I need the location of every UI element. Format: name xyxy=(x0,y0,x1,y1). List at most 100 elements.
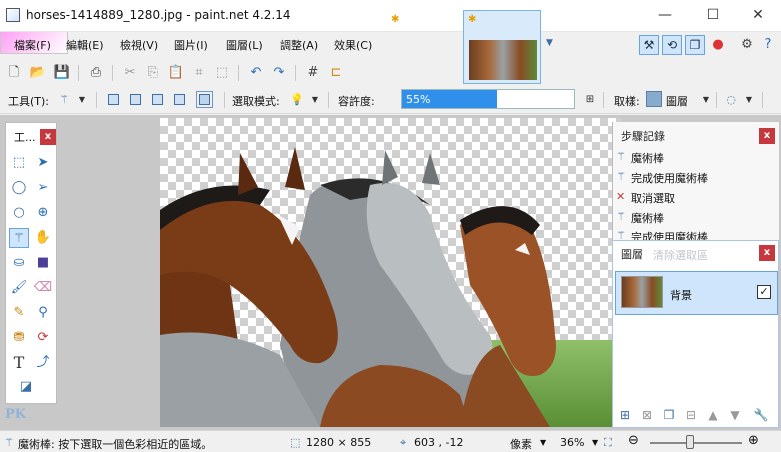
layer-visibility-checkbox[interactable]: ✓ xyxy=(757,285,771,299)
layer-buttons: ⊞ ⊠ ❐ ⊟ ▲ ▼ 🔧 xyxy=(613,403,778,427)
antialias-icon[interactable]: ◌ xyxy=(722,91,740,109)
tolerance-slider[interactable]: 55% xyxy=(401,89,575,109)
tolerance-increment-icon[interactable]: ⊞ xyxy=(581,91,599,109)
delete-layer-icon[interactable]: ⊠ xyxy=(639,407,655,423)
copy-icon[interactable]: ⎘ xyxy=(143,63,163,83)
menu-adjust[interactable]: 調整(A) xyxy=(280,37,318,53)
zoom-slider-track[interactable] xyxy=(650,442,742,444)
units-chevron-icon[interactable]: ▼ xyxy=(540,438,546,447)
main-toolbar: 🗋 📂 💾 ⎙ ✂ ⎘ 📋 ⌗ ⬚ ↶ ↷ # ⊏ xyxy=(0,60,781,86)
deselect-icon[interactable]: ⬚ xyxy=(212,63,232,83)
paintbrush-icon[interactable]: 🖌 xyxy=(9,278,29,298)
flood-mode-bulb-icon[interactable]: 💡 xyxy=(288,91,306,109)
redo-icon[interactable]: ↷ xyxy=(269,63,289,83)
layers-panel-title: 圖層 xyxy=(621,248,643,261)
layer-name: 背景 xyxy=(670,289,692,302)
merge-layer-icon[interactable]: ⊟ xyxy=(683,407,699,423)
new-icon[interactable]: 🗋 xyxy=(4,63,24,83)
current-tool-magic-wand-icon[interactable]: ⚚ xyxy=(55,91,73,109)
shapes-icon[interactable]: ◪ xyxy=(16,377,36,397)
line-curve-icon[interactable]: ⤴ xyxy=(33,353,53,373)
recolor-icon[interactable]: ⟳ xyxy=(33,328,53,348)
deselect-icon: ✕ xyxy=(616,190,626,203)
help-icon[interactable]: ? xyxy=(758,35,778,55)
zoom-icon[interactable]: ⊕ xyxy=(33,203,53,223)
tools-panel-close-button[interactable]: x xyxy=(40,129,56,145)
menu-edit[interactable]: 編輯(E) xyxy=(66,37,104,53)
flood-mode-chevron-icon[interactable]: ▼ xyxy=(306,91,324,109)
magic-wand-icon: ⚚ xyxy=(616,210,626,223)
layer-properties-icon[interactable]: 🔧 xyxy=(753,407,769,423)
zoom-out-icon[interactable]: ⊖ xyxy=(628,433,639,448)
menu-layers[interactable]: 圖層(L) xyxy=(226,37,263,53)
eraser-icon[interactable]: ⌫ xyxy=(33,278,53,298)
menu-file[interactable]: 檔案(F) xyxy=(14,37,51,53)
move-selected-icon[interactable]: ➤ xyxy=(33,153,53,173)
paste-icon[interactable]: 📋 xyxy=(166,63,186,83)
settings-gear-icon[interactable]: ⚙ xyxy=(737,35,757,55)
zoom-in-icon[interactable]: ⊕ xyxy=(748,433,759,448)
history-panel-close-button[interactable]: x xyxy=(759,128,775,144)
paint-bucket-icon[interactable]: ⛀ xyxy=(9,253,29,273)
layers-window-toggle-icon[interactable]: ❐ xyxy=(685,35,705,55)
maximize-button[interactable]: ☐ xyxy=(690,0,736,30)
colors-window-toggle-icon[interactable]: ● xyxy=(708,35,728,55)
selection-mode-exclude-icon[interactable] xyxy=(152,94,163,105)
save-icon[interactable]: 💾 xyxy=(52,63,72,83)
selection-mode-union-icon[interactable] xyxy=(130,94,141,105)
sampling-chevron-icon[interactable]: ▼ xyxy=(697,91,715,109)
selection-mode-replace-icon[interactable] xyxy=(108,94,119,105)
crop-icon[interactable]: ⌗ xyxy=(189,63,209,83)
tolerance-label: 容許度: xyxy=(338,95,375,108)
history-item[interactable]: 取消選取 xyxy=(631,190,675,206)
layer-thumbnail xyxy=(621,276,663,308)
layer-row[interactable]: 背景 ✓ xyxy=(615,271,778,315)
open-icon[interactable]: 📂 xyxy=(28,63,48,83)
duplicate-layer-icon[interactable]: ❐ xyxy=(661,407,677,423)
rectangle-select-icon[interactable]: ⬚ xyxy=(9,153,29,173)
history-item[interactable]: 魔術棒 xyxy=(631,210,664,226)
menu-image[interactable]: 圖片(I) xyxy=(174,37,208,53)
tabs-chevron-down-icon[interactable]: ▼ xyxy=(546,38,553,48)
cut-icon[interactable]: ✂ xyxy=(120,63,140,83)
pencil-icon[interactable]: ✎ xyxy=(9,303,29,323)
sampling-label: 取樣: xyxy=(614,95,640,108)
sampling-value[interactable]: 圖層 xyxy=(666,93,688,109)
history-item[interactable]: 魔術棒 xyxy=(631,150,664,166)
menu-effects[interactable]: 效果(C) xyxy=(334,37,372,53)
history-item[interactable]: 完成使用魔術棒 xyxy=(631,170,708,186)
units-select[interactable]: 像素 xyxy=(510,436,532,452)
color-picker-icon[interactable]: ⚲ xyxy=(33,303,53,323)
history-window-toggle-icon[interactable]: ⟲ xyxy=(662,35,682,55)
ellipse-select-icon[interactable]: ○ xyxy=(9,203,29,223)
antialias-chevron-icon[interactable]: ▼ xyxy=(740,91,758,109)
menu-view[interactable]: 檢視(V) xyxy=(120,37,158,53)
lasso-select-icon[interactable]: ◯ xyxy=(9,178,29,198)
add-layer-icon[interactable]: ⊞ xyxy=(617,407,633,423)
zoom-fit-icon[interactable]: ⛶ xyxy=(604,436,612,450)
zoom-slider-thumb[interactable] xyxy=(686,435,694,449)
cursor-position-icon: ⌖ xyxy=(400,436,407,449)
move-layer-up-icon[interactable]: ▲ xyxy=(705,407,721,423)
print-icon[interactable]: ⎙ xyxy=(86,63,106,83)
magic-wand-icon[interactable]: ⚚ xyxy=(9,228,29,248)
move-layer-down-icon[interactable]: ▼ xyxy=(727,407,743,423)
layers-panel-close-button[interactable]: x xyxy=(759,245,775,261)
selection-mode-invert-icon[interactable] xyxy=(196,91,213,108)
minimize-button[interactable]: — xyxy=(642,0,688,30)
undo-icon[interactable]: ↶ xyxy=(246,63,266,83)
ruler-icon[interactable]: ⊏ xyxy=(326,63,346,83)
selection-mode-intersect-icon[interactable] xyxy=(174,94,185,105)
clone-stamp-icon[interactable]: ⛃ xyxy=(9,328,29,348)
history-item-ghost: 清除選取區 xyxy=(653,249,708,262)
zoom-chevron-icon[interactable]: ▼ xyxy=(592,438,598,447)
grid-icon[interactable]: # xyxy=(303,63,323,83)
close-window-button[interactable]: ✕ xyxy=(735,0,781,30)
text-icon[interactable]: T xyxy=(9,353,29,373)
move-selection-icon[interactable]: ➢ xyxy=(33,178,53,198)
zoom-value[interactable]: 36% xyxy=(560,436,584,449)
pan-hand-icon[interactable]: ✋ xyxy=(33,228,53,248)
tools-window-toggle-icon[interactable]: ⚒ xyxy=(639,35,659,55)
gradient-icon[interactable]: ■ xyxy=(33,253,53,273)
tool-dropdown-chevron-icon[interactable]: ▼ xyxy=(73,91,91,109)
